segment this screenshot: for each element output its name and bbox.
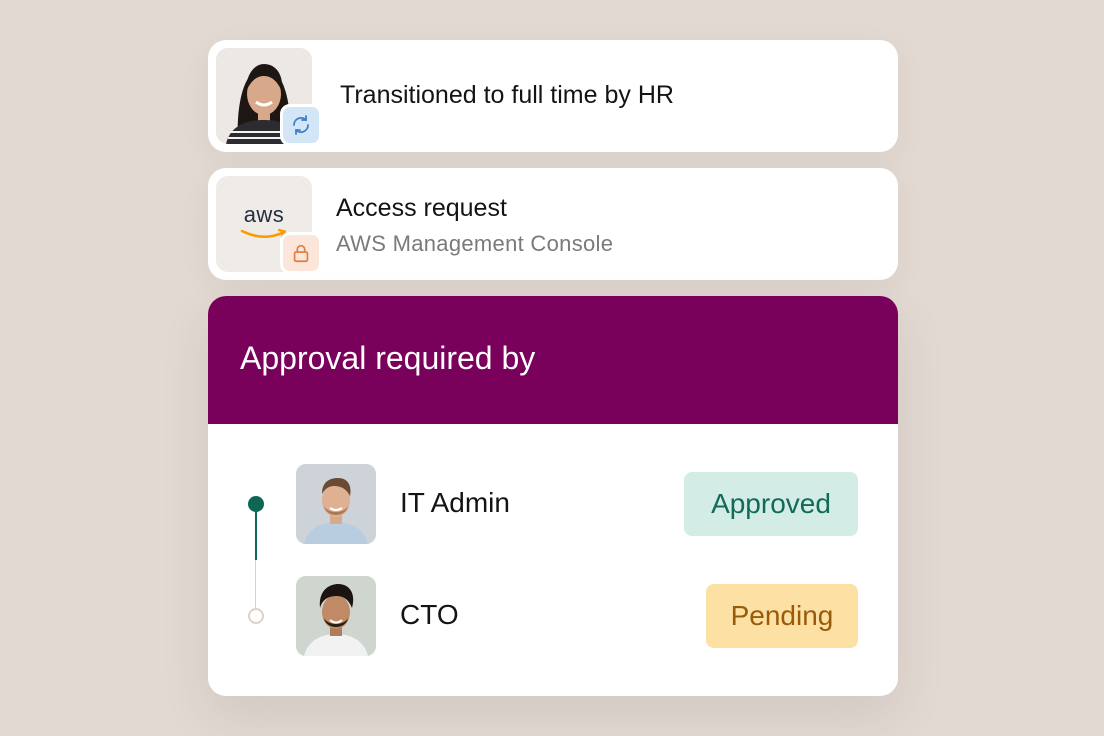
timeline-dot-pending [248, 608, 264, 624]
approval-card: Approval required by IT Admin Approved C [208, 296, 898, 696]
hr-event-title: Transitioned to full time by HR [340, 81, 674, 109]
it-admin-avatar [296, 464, 376, 544]
approver-role: CTO [400, 599, 459, 630]
approval-title: Approval required by [240, 340, 536, 376]
status-badge-approved: Approved [684, 472, 858, 536]
access-request-subtitle: AWS Management Console [336, 231, 614, 256]
timeline-dot-approved [248, 496, 264, 512]
approval-header: Approval required by [208, 296, 898, 424]
cto-avatar [296, 576, 376, 656]
status-badge-pending: Pending [706, 584, 858, 648]
timeline-connector-pending [255, 560, 256, 608]
aws-logo-text: aws [243, 202, 285, 227]
timeline-connector-done [255, 504, 257, 560]
sync-icon [280, 104, 322, 146]
access-request-title: Access request [336, 194, 507, 222]
lock-icon [280, 232, 322, 274]
approver-role: IT Admin [400, 487, 510, 518]
